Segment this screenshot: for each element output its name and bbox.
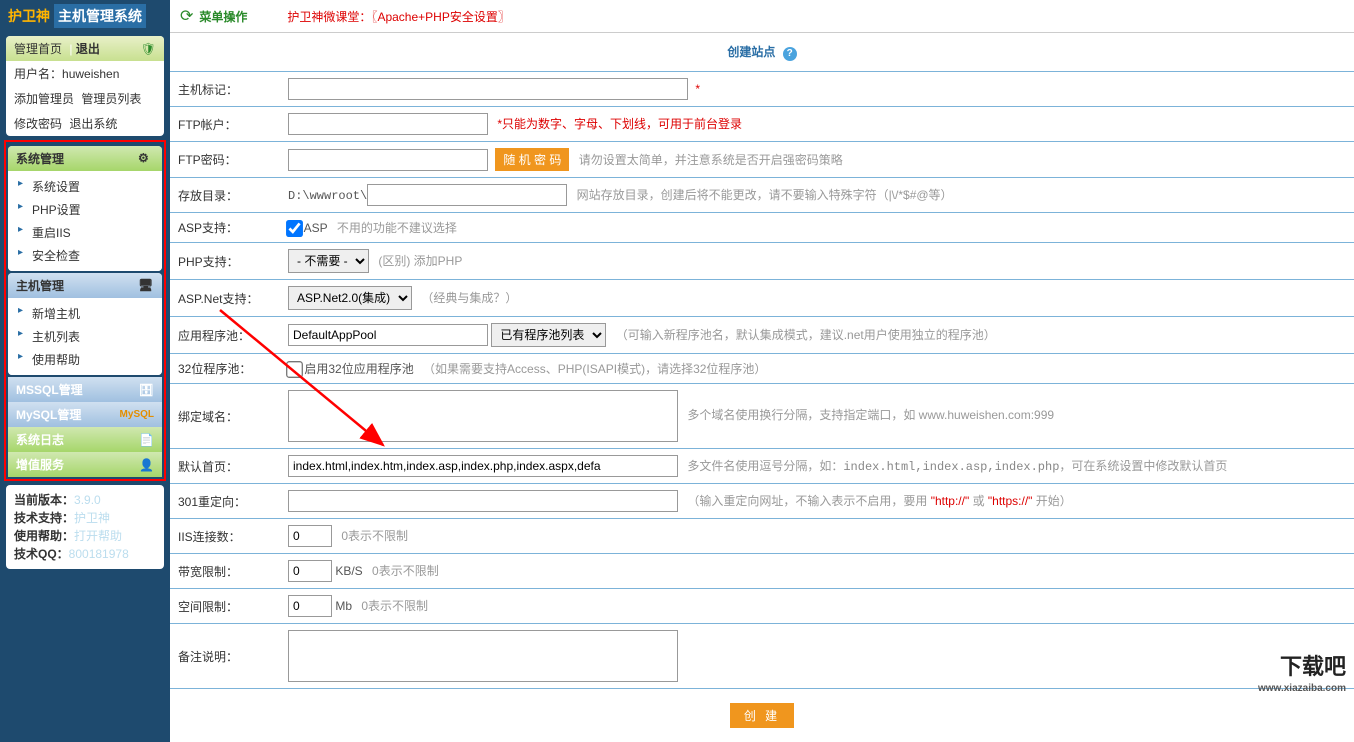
topbar: ⟳ 菜单操作 护卫神微课堂：〖Apache+PHP安全设置〗 [170, 0, 1354, 33]
watermark: 下载吧 www.xiazaiba.com [1258, 656, 1346, 700]
footer-info: 当前版本：3.9.0 技术支持：护卫神 使用帮助：打开帮助 技术QQ：80018… [6, 485, 164, 569]
user-label: 用户名： [14, 67, 62, 81]
sidebar-item-security-check[interactable]: 安全检查 [8, 244, 162, 267]
input-default-page[interactable] [288, 455, 678, 477]
gear-icon: ⚙ [138, 151, 154, 167]
page-title: 创建站点 ? [170, 33, 1354, 72]
log-icon: 📄 [139, 433, 154, 447]
sidebar-item-host-list[interactable]: 主机列表 [8, 325, 162, 348]
shield-icon: 🛡 [141, 42, 156, 56]
link-change-pwd[interactable]: 修改密码 [14, 117, 62, 131]
dir-prefix: D:\wwwroot\ [288, 189, 367, 203]
server-icon: 🖥 [138, 278, 154, 294]
menu-operation[interactable]: 菜单操作 [199, 8, 247, 25]
checkbox-asp[interactable] [286, 220, 303, 237]
lesson-link[interactable]: 护卫神微课堂：〖Apache+PHP安全设置〗 [287, 8, 509, 25]
sidebar-item-help[interactable]: 使用帮助 [8, 348, 162, 371]
menu-mssql[interactable]: MSSQL管理 🗄 [8, 377, 162, 402]
service-icon: 👤 [139, 458, 154, 472]
create-button[interactable]: 创 建 [730, 703, 794, 728]
nav-logout[interactable]: 退出 [76, 42, 100, 56]
textarea-remark[interactable] [288, 630, 678, 682]
input-host-id[interactable] [288, 78, 688, 100]
create-site-form: 主机标记： * FTP帐户： *只能为数字、字母、下划线，可用于前台登录 FTP… [170, 72, 1354, 689]
checkbox-32bit[interactable] [286, 361, 303, 378]
brand-header: 护卫神 主机管理系统 [0, 0, 170, 32]
input-ftp-pwd[interactable] [288, 149, 488, 171]
link-admin-list[interactable]: 管理员列表 [81, 92, 141, 106]
random-password-button[interactable]: 随 机 密 码 [495, 148, 569, 171]
group-system[interactable]: 系统管理 ⚙ [8, 146, 162, 171]
select-apppool[interactable]: 已有程序池列表 [491, 323, 606, 347]
nav-home[interactable]: 管理首页 [14, 42, 62, 56]
mysql-icon: MySQL [120, 409, 154, 420]
main-content: ⟳ 菜单操作 护卫神微课堂：〖Apache+PHP安全设置〗 创建站点 ? 主机… [170, 0, 1354, 742]
sidebar-item-restart-iis[interactable]: 重启IIS [8, 221, 162, 244]
menu-vas[interactable]: 增值服务 👤 [8, 452, 162, 477]
input-save-dir[interactable] [367, 184, 567, 206]
label-host-id: 主机标记： [170, 72, 280, 107]
required-mark: * [695, 82, 700, 96]
sidebar-item-sys-settings[interactable]: 系统设置 [8, 175, 162, 198]
sidebar: 护卫神 主机管理系统 管理首页 | 退出 🛡 用户名：huweishen 添加管… [0, 0, 170, 742]
sidebar-item-new-host[interactable]: 新增主机 [8, 302, 162, 325]
user-value: huweishen [62, 67, 119, 81]
group-host[interactable]: 主机管理 🖥 [8, 273, 162, 298]
input-bandwidth[interactable] [288, 560, 332, 582]
help-icon[interactable]: ? [783, 47, 797, 61]
input-space[interactable] [288, 595, 332, 617]
sidebar-item-php-settings[interactable]: PHP设置 [8, 198, 162, 221]
database-icon: 🗄 [139, 383, 154, 397]
link-exit-sys[interactable]: 退出系统 [69, 117, 117, 131]
brand-name: 护卫神 [8, 6, 50, 26]
textarea-domain[interactable] [288, 390, 678, 442]
user-box: 管理首页 | 退出 🛡 用户名：huweishen 添加管理员 管理员列表 修改… [6, 36, 164, 136]
menu-syslog[interactable]: 系统日志 📄 [8, 427, 162, 452]
menu-mysql[interactable]: MySQL管理 MySQL [8, 402, 162, 427]
input-redirect[interactable] [288, 490, 678, 512]
input-ftp-user[interactable] [288, 113, 488, 135]
select-php[interactable]: - 不需要 - [288, 249, 369, 273]
link-add-admin[interactable]: 添加管理员 [14, 92, 74, 106]
input-iis-conn[interactable] [288, 525, 332, 547]
brand-sub: 主机管理系统 [54, 4, 146, 28]
input-apppool[interactable] [288, 324, 488, 346]
select-aspnet[interactable]: ASP.Net2.0(集成) [288, 286, 412, 310]
refresh-icon[interactable]: ⟳ [180, 6, 193, 26]
highlighted-menu-outline: 系统管理 ⚙ 系统设置 PHP设置 重启IIS 安全检查 主机管理 🖥 新增主机 [4, 140, 166, 481]
